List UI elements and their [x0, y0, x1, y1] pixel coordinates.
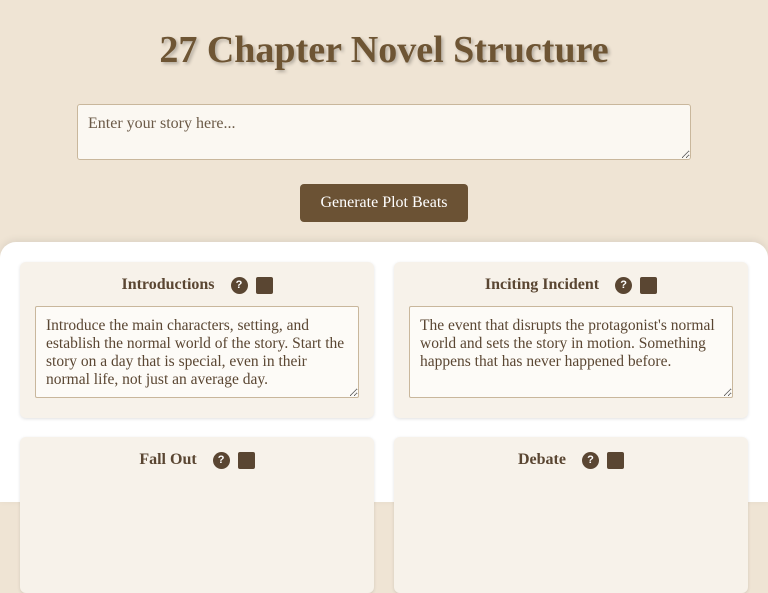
beat-action-icon[interactable] — [255, 276, 273, 294]
beat-title: Inciting Incident — [484, 276, 600, 293]
beat-title: Fall Out — [139, 451, 197, 468]
help-icon[interactable]: ? — [615, 276, 633, 294]
help-icon[interactable]: ? — [581, 451, 599, 469]
help-icon[interactable]: ? — [212, 451, 230, 469]
beat-card-header: Inciting Incident ? — [394, 276, 748, 294]
beat-text[interactable]: Introduce the main characters, setting, … — [35, 306, 359, 398]
beat-card-inciting-incident: Inciting Incident ? The event that disru… — [394, 262, 748, 418]
beat-title: Debate — [518, 451, 566, 468]
page-title-text: 27 Chapter Novel Structure — [159, 29, 609, 71]
help-icon[interactable]: ? — [230, 276, 248, 294]
beats-panel: Introductions ? Introduce the main chara… — [0, 242, 768, 593]
beat-card-fall-out: Fall Out ? — [20, 437, 374, 593]
beat-card-debate: Debate ? — [394, 437, 748, 593]
page-title: 27 Chapter Novel Structure — [0, 28, 768, 72]
beat-card-introductions: Introductions ? Introduce the main chara… — [20, 262, 374, 418]
beat-title: Introductions — [121, 276, 215, 293]
story-input[interactable] — [77, 104, 691, 160]
beat-text[interactable]: The event that disrupts the protagonist'… — [409, 306, 733, 398]
beat-card-header: Debate ? — [394, 451, 748, 469]
generate-plot-beats-button[interactable]: Generate Plot Beats — [300, 184, 468, 222]
beat-action-icon[interactable] — [640, 276, 658, 294]
beat-action-icon[interactable] — [606, 451, 624, 469]
beat-action-icon[interactable] — [237, 451, 255, 469]
beat-card-header: Fall Out ? — [20, 451, 374, 469]
beat-card-header: Introductions ? — [20, 276, 374, 294]
